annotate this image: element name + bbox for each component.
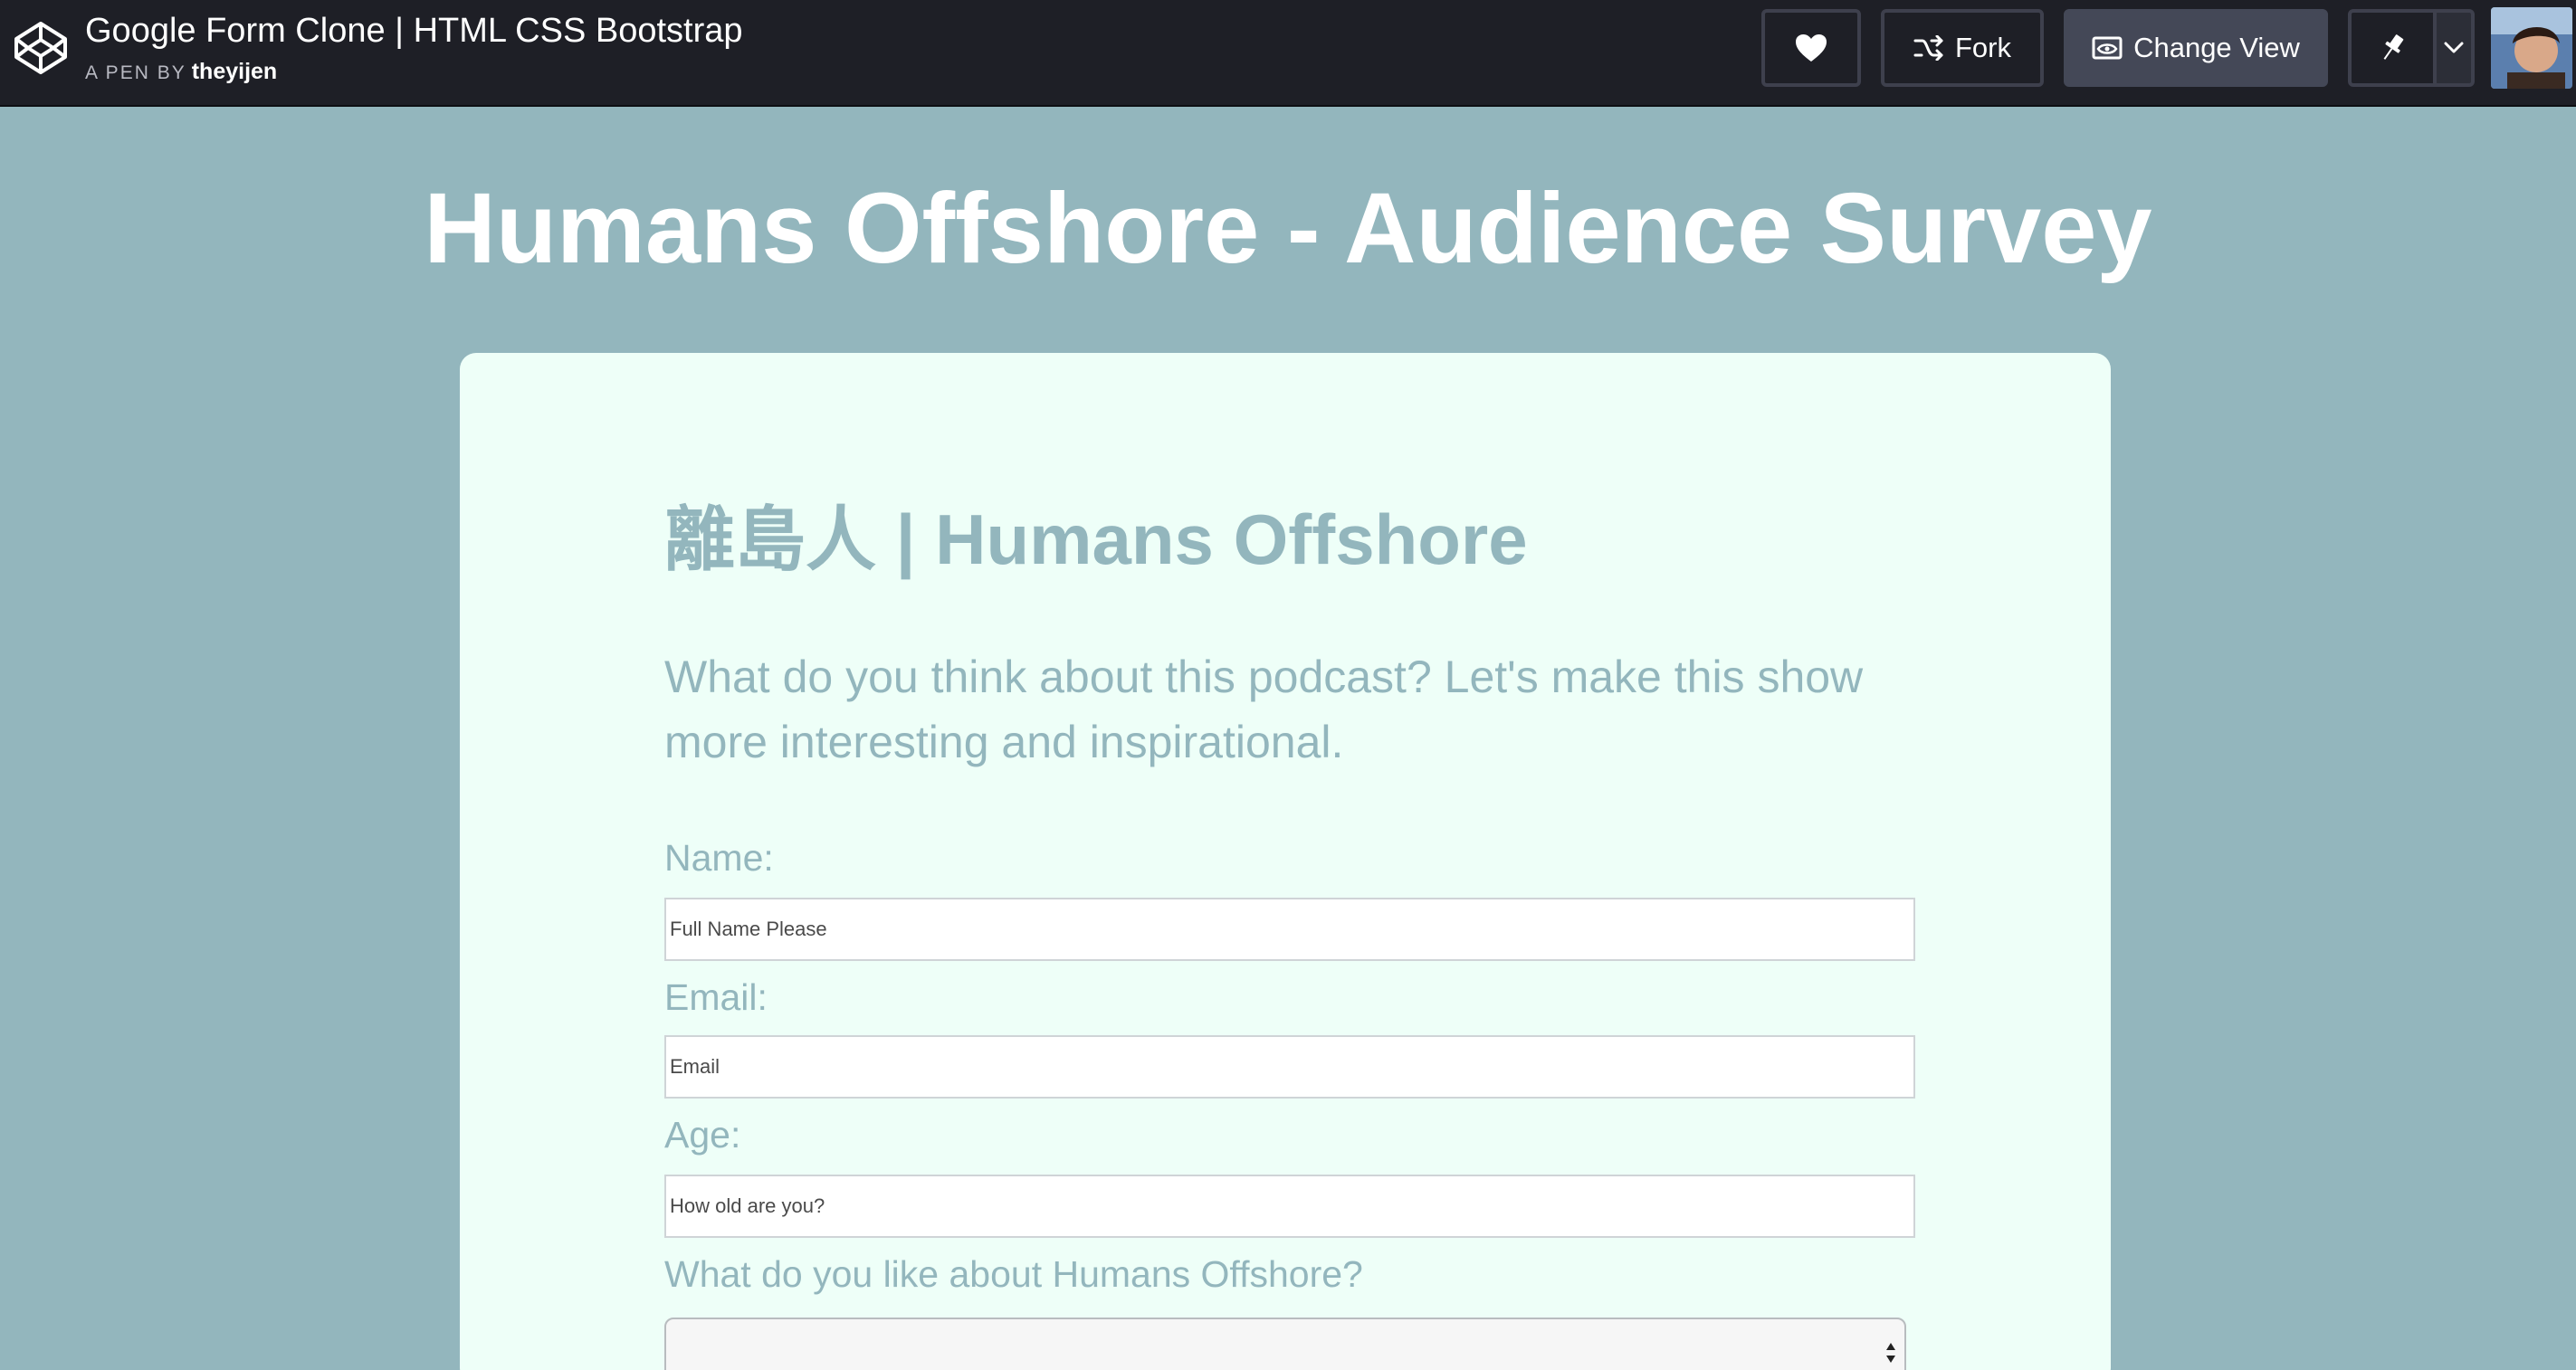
email-input[interactable] [664, 1035, 1915, 1099]
pen-title-block: Google Form Clone | HTML CSS Bootstrap A… [85, 9, 743, 87]
name-input[interactable] [664, 898, 1915, 961]
like-question-label: What do you like about Humans Offshore? [664, 1253, 1363, 1295]
pin-button[interactable] [2348, 9, 2437, 87]
form-heading: 離島人 | Humans Offshore [664, 499, 1528, 579]
name-label: Name: [664, 837, 774, 879]
email-label: Email: [664, 976, 768, 1018]
avatar-image [2491, 7, 2572, 89]
fork-icon [1913, 35, 1943, 61]
pen-author-line: A PEN BY theyijen [85, 58, 743, 87]
pen-title[interactable]: Google Form Clone | HTML CSS Bootstrap [85, 9, 743, 52]
pin-icon [2383, 34, 2404, 60]
heart-icon [1796, 34, 1827, 62]
age-label: Age: [664, 1114, 741, 1156]
pen-by-label: A PEN BY [85, 62, 186, 83]
heart-button[interactable] [1761, 9, 1861, 87]
codepen-logo-icon[interactable] [13, 20, 69, 76]
eye-window-icon [2092, 36, 2123, 60]
select-arrows-icon [1886, 1343, 1895, 1363]
change-view-label: Change View [2133, 32, 2300, 63]
form-description: What do you think about this podcast? Le… [664, 652, 1864, 767]
fork-label: Fork [1955, 32, 2011, 63]
chevron-down-icon [2444, 42, 2464, 53]
fork-button[interactable]: Fork [1881, 9, 2044, 87]
age-input[interactable] [664, 1175, 1915, 1238]
like-select[interactable] [664, 1318, 1906, 1370]
user-avatar[interactable] [2491, 7, 2572, 89]
codepen-header: Google Form Clone | HTML CSS Bootstrap A… [0, 0, 2576, 107]
pin-dropdown-button[interactable] [2437, 9, 2475, 87]
page-title: Humans Offshore - Audience Survey [424, 173, 2152, 284]
change-view-button[interactable]: Change View [2064, 9, 2328, 87]
survey-card: 離島人 | Humans Offshore What do you think … [460, 353, 2111, 1370]
author-link[interactable]: theyijen [192, 59, 277, 84]
